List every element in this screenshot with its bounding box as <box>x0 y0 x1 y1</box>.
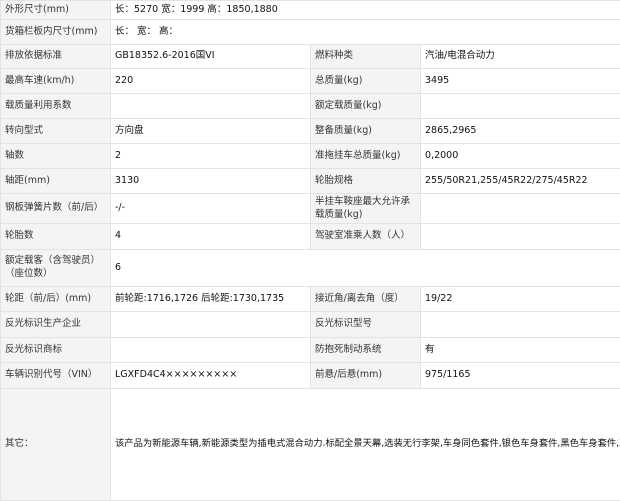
row-value: 4 <box>111 224 311 250</box>
row-value: 前轮距:1716,1726 后轮距:1730,1735 <box>111 287 311 312</box>
row-label: 钢板弹簧片数（前/后） <box>1 194 111 224</box>
row-label: 货箱栏板内尺寸(mm) <box>1 20 111 45</box>
spec-row: 轮距（前/后）(mm) 前轮距:1716,1726 后轮距:1730,1735 … <box>1 287 620 312</box>
row-value: 0,2000 <box>421 144 620 169</box>
spec-row: 反光标识生产企业 反光标识型号 <box>1 312 620 338</box>
row-value: 2 <box>111 144 311 169</box>
row-label: 额定载质量(kg) <box>311 94 421 119</box>
row-value: 2865,2965 <box>421 119 620 144</box>
spec-row: 额定载客（含驾驶员）（座位数） 6 <box>1 250 620 287</box>
row-label: 外形尺寸(mm) <box>1 1 111 20</box>
row-label: 前悬/后悬(mm) <box>311 363 421 389</box>
row-value: 6 <box>111 250 620 287</box>
row-label: 整备质量(kg) <box>311 119 421 144</box>
row-label: 转向型式 <box>1 119 111 144</box>
row-label: 轴数 <box>1 144 111 169</box>
row-value: 长： 宽： 高： <box>111 20 620 45</box>
row-label: 轮胎数 <box>1 224 111 250</box>
row-label: 轴距(mm) <box>1 169 111 194</box>
row-label: 轮胎规格 <box>311 169 421 194</box>
row-value <box>421 224 620 250</box>
spec-row: 车辆识别代号（VIN） LGXFD4C4××××××××× 前悬/后悬(mm) … <box>1 363 620 389</box>
row-value: 方向盘 <box>111 119 311 144</box>
row-value: 3495 <box>421 69 620 94</box>
row-label: 最高车速(km/h) <box>1 69 111 94</box>
spec-row: 反光标识商标 防抱死制动系统 有 <box>1 338 620 363</box>
row-label: 轮距（前/后）(mm) <box>1 287 111 312</box>
row-label: 载质量利用系数 <box>1 94 111 119</box>
row-label: 反光标识商标 <box>1 338 111 363</box>
row-value: LGXFD4C4××××××××× <box>111 363 311 389</box>
row-value <box>111 94 311 119</box>
row-value: 975/1165 <box>421 363 620 389</box>
spec-row: 轮胎数 4 驾驶室准乘人数（人） <box>1 224 620 250</box>
spec-row: 转向型式 方向盘 整备质量(kg) 2865,2965 <box>1 119 620 144</box>
row-label: 额定载客（含驾驶员）（座位数） <box>1 250 111 287</box>
spec-row: 货箱栏板内尺寸(mm) 长： 宽： 高： <box>1 20 620 45</box>
row-value: 有 <box>421 338 620 363</box>
row-label: 反光标识型号 <box>311 312 421 338</box>
row-value <box>421 94 620 119</box>
spec-table: 外形尺寸(mm) 长：5270 宽：1999 高：1850,1880 货箱栏板内… <box>0 0 620 501</box>
spec-row-other: 其它： 该产品为新能源车辆,新能源类型为插电式混合动力.标配全景天幕,选装无行李… <box>1 389 620 501</box>
spec-row: 轴数 2 准拖挂车总质量(kg) 0,2000 <box>1 144 620 169</box>
row-value: 255/50R21,255/45R22/275/45R22 <box>421 169 620 194</box>
row-label: 排放依据标准 <box>1 45 111 69</box>
row-label: 防抱死制动系统 <box>311 338 421 363</box>
row-value: 220 <box>111 69 311 94</box>
row-label: 车辆识别代号（VIN） <box>1 363 111 389</box>
row-value <box>111 338 311 363</box>
row-label: 准拖挂车总质量(kg) <box>311 144 421 169</box>
spec-row: 载质量利用系数 额定载质量(kg) <box>1 94 620 119</box>
row-label: 反光标识生产企业 <box>1 312 111 338</box>
row-value <box>111 312 311 338</box>
row-value <box>421 194 620 224</box>
spec-row: 钢板弹簧片数（前/后） -/- 半挂车鞍座最大允许承载质量(kg) <box>1 194 620 224</box>
row-label: 半挂车鞍座最大允许承载质量(kg) <box>311 194 421 224</box>
spec-row: 最高车速(km/h) 220 总质量(kg) 3495 <box>1 69 620 94</box>
row-value: 汽油/电混合动力 <box>421 45 620 69</box>
spec-row: 外形尺寸(mm) 长：5270 宽：1999 高：1850,1880 <box>1 1 620 20</box>
row-label-other: 其它： <box>1 389 111 501</box>
row-value <box>421 312 620 338</box>
row-value: 19/22 <box>421 287 620 312</box>
row-label: 燃料种类 <box>311 45 421 69</box>
row-label: 接近角/离去角（度） <box>311 287 421 312</box>
row-label: 总质量(kg) <box>311 69 421 94</box>
row-value: 3130 <box>111 169 311 194</box>
spec-row: 排放依据标准 GB18352.6-2016国VI 燃料种类 汽油/电混合动力 <box>1 45 620 69</box>
row-value: 长：5270 宽：1999 高：1850,1880 <box>111 1 620 20</box>
row-label: 驾驶室准乘人数（人） <box>311 224 421 250</box>
row-value: -/- <box>111 194 311 224</box>
row-value-other: 该产品为新能源车辆,新能源类型为插电式混合动力.标配全景天幕,选装无行李架,车身… <box>111 389 620 501</box>
spec-row: 轴距(mm) 3130 轮胎规格 255/50R21,255/45R22/275… <box>1 169 620 194</box>
row-value: GB18352.6-2016国VI <box>111 45 311 69</box>
